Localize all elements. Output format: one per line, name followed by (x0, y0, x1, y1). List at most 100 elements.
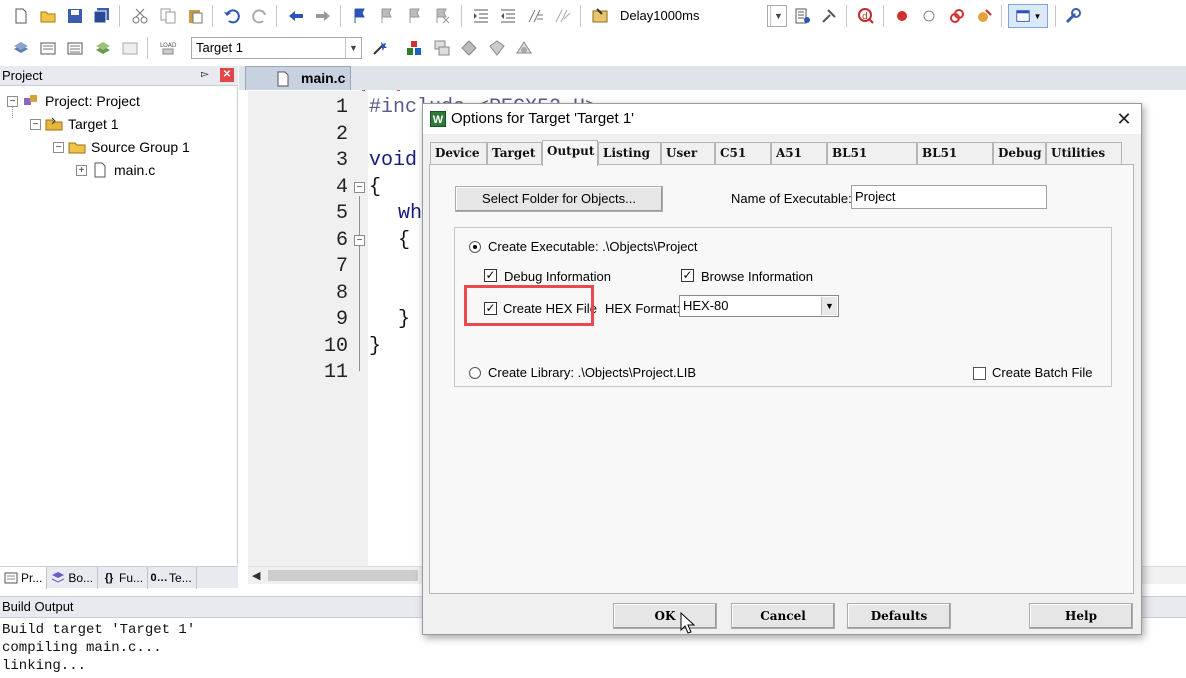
indent-icon[interactable] (470, 5, 492, 27)
toolbar-separator (1001, 5, 1002, 27)
download-icon[interactable]: LOAD (157, 37, 179, 59)
tab-a51[interactable]: A51 (771, 142, 827, 164)
comment-icon[interactable] (525, 5, 547, 27)
tree-item-source-group[interactable]: − Source Group 1 (53, 136, 190, 158)
collapse-icon[interactable]: − (30, 118, 41, 130)
target-select[interactable]: Target 1 ▼ (191, 37, 362, 59)
wrench-icon[interactable] (1062, 5, 1084, 27)
cancel-button[interactable]: Cancel (731, 603, 835, 629)
tab-label: Fu... (119, 570, 144, 585)
close-icon[interactable]: ✕ (1113, 108, 1135, 130)
tree-item-project[interactable]: − Project: Project (7, 90, 140, 112)
select-packs-icon[interactable] (458, 37, 480, 59)
build-toolbar: LOAD Target 1 ▼ (0, 32, 1186, 102)
create-hex-highlight (464, 285, 594, 326)
toolbar-separator (883, 5, 884, 27)
collapse-icon[interactable]: − (7, 95, 18, 107)
tab-user[interactable]: User (661, 142, 715, 164)
batch-build-icon[interactable] (92, 37, 114, 59)
build-icon[interactable] (37, 37, 59, 59)
bookmark-next-icon[interactable] (404, 5, 426, 27)
stop-build-icon[interactable] (119, 37, 141, 59)
runtime-environment-icon[interactable] (513, 37, 535, 59)
code-line-9: } (398, 308, 411, 331)
breakpoint-disable-icon[interactable] (918, 5, 940, 27)
create-executable-radio[interactable] (469, 241, 481, 253)
tab-device[interactable]: Device (430, 142, 487, 164)
tab-c51[interactable]: C51 (715, 142, 771, 164)
undo-icon[interactable] (221, 5, 243, 27)
defaults-button[interactable]: Defaults (847, 603, 951, 629)
redo-icon[interactable] (249, 5, 271, 27)
find-in-files-icon[interactable] (589, 5, 611, 27)
tab-main-c[interactable]: main.c (245, 66, 351, 90)
debug-session-icon[interactable]: d (855, 5, 877, 27)
tree-item-label: main.c (114, 162, 156, 178)
tab-label: Bo... (68, 570, 94, 585)
uncomment-icon[interactable] (552, 5, 574, 27)
code-line-4: { (369, 176, 382, 199)
breakpoint-remove-all-icon[interactable] (973, 5, 995, 27)
tab-templates[interactable]: 0… Te... (148, 567, 197, 589)
project-tab-icon (4, 571, 18, 585)
tab-listing[interactable]: Listing (598, 142, 661, 164)
bookmark-prev-icon[interactable] (376, 5, 398, 27)
tab-project[interactable]: Pr... (0, 567, 48, 589)
target-select-value: Target 1 (196, 40, 243, 55)
file-extensions-icon[interactable] (431, 37, 453, 59)
collapse-icon[interactable]: − (53, 141, 64, 153)
nav-back-icon[interactable] (285, 5, 307, 27)
bookmark-icon[interactable] (349, 5, 371, 27)
manage-components-icon[interactable] (403, 37, 425, 59)
nav-forward-icon[interactable] (312, 5, 334, 27)
tree-item-main-c[interactable]: + main.c (76, 159, 155, 181)
fold-toggle-icon[interactable]: − (354, 235, 365, 246)
tree-item-target[interactable]: − Target 1 (30, 113, 119, 135)
bookmark-clear-icon[interactable] (431, 5, 453, 27)
help-button[interactable]: Help (1029, 603, 1133, 629)
configure-icon[interactable] (791, 5, 813, 27)
debug-information-checkbox[interactable]: ✓ (484, 269, 497, 282)
unindent-icon[interactable] (497, 5, 519, 27)
expand-icon[interactable]: + (76, 164, 87, 176)
browse-information-checkbox[interactable]: ✓ (681, 269, 694, 282)
pin-icon[interactable]: ▻ (199, 69, 211, 81)
tab-debug[interactable]: Debug (993, 142, 1046, 164)
name-of-executable-input[interactable]: Project (851, 185, 1047, 209)
tab-output[interactable]: Output (542, 140, 598, 166)
window-layout-button[interactable]: ▼ (1008, 4, 1048, 28)
paste-icon[interactable] (184, 5, 206, 27)
translate-icon[interactable] (10, 37, 32, 59)
create-library-radio[interactable] (469, 367, 481, 379)
scroll-left-icon[interactable]: ◀ (252, 569, 260, 582)
breakpoint-icon[interactable] (891, 5, 913, 27)
breakpoint-kill-all-icon[interactable] (946, 5, 968, 27)
close-icon[interactable]: ✕ (220, 68, 234, 82)
select-folder-button[interactable]: Select Folder for Objects... (455, 186, 663, 212)
pack-installer-icon[interactable] (486, 37, 508, 59)
tools-icon[interactable] (818, 5, 840, 27)
cut-icon[interactable] (129, 5, 151, 27)
hex-format-select[interactable]: HEX-80 ▼ (679, 295, 839, 317)
tab-functions[interactable]: {} Fu... (98, 567, 149, 589)
dialog-title-bar[interactable]: W Options for Target 'Target 1' ✕ (423, 104, 1141, 134)
save-icon[interactable] (64, 5, 86, 27)
rebuild-icon[interactable] (64, 37, 86, 59)
open-folder-icon[interactable] (37, 5, 59, 27)
tab-books[interactable]: Bo... (47, 567, 99, 589)
create-batch-file-checkbox[interactable] (973, 367, 986, 380)
config-dropdown[interactable]: ▼ (767, 5, 787, 27)
tab-utilities[interactable]: Utilities (1046, 142, 1122, 164)
tab-bl51-locate[interactable]: BL51 Locate (827, 142, 917, 180)
copy-icon[interactable] (157, 5, 179, 27)
new-file-icon[interactable] (10, 5, 32, 27)
tab-bl51-misc[interactable]: BL51 Misc (917, 142, 993, 180)
build-output-line: linking... (2, 658, 87, 674)
target-options-icon[interactable] (369, 37, 391, 59)
scrollbar-thumb[interactable] (268, 570, 418, 581)
ok-button[interactable]: OK (613, 603, 717, 629)
fold-toggle-icon[interactable]: − (354, 182, 365, 193)
save-all-icon[interactable] (91, 5, 113, 27)
options-for-target-dialog: W Options for Target 'Target 1' ✕ Device… (422, 103, 1142, 635)
tab-target[interactable]: Target (487, 142, 542, 164)
